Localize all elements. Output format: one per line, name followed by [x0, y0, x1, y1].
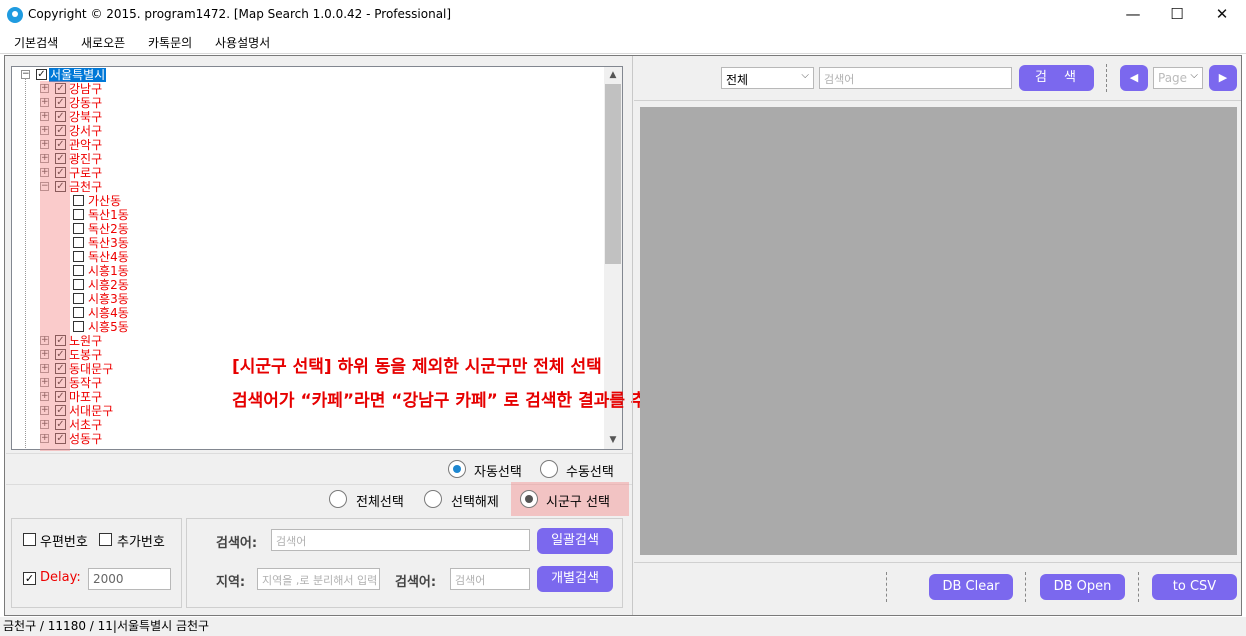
category-select[interactable]: 전체 ⌵ — [721, 67, 814, 89]
dong-label: 가산동 — [88, 194, 122, 208]
manual-select-label: 수동선택 — [566, 465, 614, 480]
extra-number-checkbox[interactable] — [99, 533, 112, 546]
dong-label: 독산4동 — [88, 250, 129, 264]
window-title: Copyright © 2015. program1472. [Map Sear… — [28, 7, 452, 21]
dong-checkbox[interactable] — [73, 265, 84, 276]
app-icon — [7, 7, 23, 23]
sigungu-select-label: 시군구 선택 — [546, 495, 610, 510]
tree-checkbox-highlight — [40, 81, 70, 451]
dong-label: 시흥4동 — [88, 306, 129, 320]
map-search-button[interactable]: 검 색 — [1019, 65, 1094, 91]
district-label: 구로구 — [69, 166, 103, 180]
select-all-label: 전체선택 — [356, 495, 404, 510]
district-label: 서대문구 — [69, 404, 114, 418]
menu-new-open[interactable]: 새로오픈 — [81, 34, 125, 51]
tree-root-label: 서울특별시 — [49, 68, 107, 82]
scroll-thumb[interactable] — [605, 84, 621, 264]
delay-checkbox[interactable]: ✓ — [23, 572, 36, 585]
extra-number-label: 추가번호 — [117, 535, 165, 550]
district-label: 도봉구 — [69, 348, 103, 362]
dong-checkbox[interactable] — [73, 251, 84, 262]
district-label: 금천구 — [69, 180, 103, 194]
district-label: 성동구 — [69, 432, 103, 446]
dong-label: 독산3동 — [88, 236, 129, 250]
deselect-radio[interactable] — [424, 490, 442, 508]
tree-root[interactable]: − ✓ 서울특별시 — [12, 68, 312, 82]
dong-label: 독산2동 — [88, 222, 129, 236]
close-button[interactable]: ✕ — [1199, 0, 1245, 30]
dong-checkbox[interactable] — [73, 321, 84, 332]
dong-checkbox[interactable] — [73, 209, 84, 220]
minimize-button[interactable]: — — [1110, 0, 1156, 30]
select-all-radio[interactable] — [329, 490, 347, 508]
category-value: 전체 — [726, 73, 749, 87]
dong-label: 시흥5동 — [88, 320, 129, 334]
maximize-button[interactable]: ☐ — [1154, 0, 1200, 30]
map-search-input[interactable]: 검색어 — [819, 67, 1012, 89]
district-label: 마포구 — [69, 390, 103, 404]
delay-label: Delay: — [40, 570, 81, 585]
to-csv-button[interactable]: to CSV — [1152, 574, 1237, 600]
sigungu-select-radio[interactable] — [520, 490, 538, 508]
dong-checkbox[interactable] — [73, 279, 84, 290]
next-page-button[interactable]: ▶ — [1209, 65, 1237, 91]
individual-search-button[interactable]: 개별검색 — [537, 566, 613, 592]
manual-select-radio[interactable] — [540, 460, 558, 478]
page-placeholder: Page — [1158, 71, 1188, 85]
dong-label: 독산1동 — [88, 208, 129, 222]
keyword2-label: 검색어: — [395, 575, 437, 590]
keyword-input[interactable]: 검색어 — [271, 529, 530, 551]
annotation-line-1: [시군구 선택] 하위 동을 제외한 시군구만 전체 선택 — [232, 357, 602, 377]
chevron-down-icon: ⌵ — [801, 70, 809, 81]
region-label: 지역: — [216, 575, 246, 590]
keyword-label: 검색어: — [216, 536, 258, 551]
tree-root-checkbox[interactable]: ✓ — [36, 69, 47, 80]
deselect-label: 선택해제 — [451, 495, 499, 510]
delay-input[interactable]: 2000 — [88, 568, 171, 590]
district-label: 서초구 — [69, 418, 103, 432]
dong-label: 시흥2동 — [88, 278, 129, 292]
dong-checkbox[interactable] — [73, 293, 84, 304]
dong-checkbox[interactable] — [73, 223, 84, 234]
district-label: 광진구 — [69, 152, 103, 166]
menu-bar: 기본검색 새로오픈 카톡문의 사용설명서 — [0, 30, 1246, 54]
menu-kakao-inquiry[interactable]: 카톡문의 — [148, 34, 192, 51]
scroll-up-arrow[interactable]: ▲ — [604, 67, 622, 83]
auto-select-label: 자동선택 — [474, 465, 522, 480]
region-input[interactable]: 지역을 ,로 분리해서 입력 — [257, 568, 380, 590]
menu-basic-search[interactable]: 기본검색 — [14, 34, 58, 51]
status-bar: 금천구 / 11180 / 11|서울특별시 금천구 — [0, 617, 1246, 636]
district-label: 강동구 — [69, 96, 103, 110]
db-open-button[interactable]: DB Open — [1040, 574, 1125, 600]
prev-page-button[interactable]: ◀ — [1120, 65, 1148, 91]
map-view[interactable] — [640, 107, 1237, 555]
keyword2-input[interactable]: 검색어 — [450, 568, 530, 590]
postal-label: 우편번호 — [40, 535, 88, 550]
dong-checkbox[interactable] — [73, 195, 84, 206]
page-select[interactable]: Page ⌵ — [1153, 67, 1203, 89]
bulk-search-button[interactable]: 일괄검색 — [537, 528, 613, 554]
district-label: 강서구 — [69, 124, 103, 138]
dong-checkbox[interactable] — [73, 237, 84, 248]
title-bar: Copyright © 2015. program1472. [Map Sear… — [0, 0, 1246, 30]
district-label: 강남구 — [69, 82, 103, 96]
scroll-down-arrow[interactable]: ▼ — [604, 432, 622, 448]
district-label: 노원구 — [69, 334, 103, 348]
district-label: 동대문구 — [69, 362, 114, 376]
district-label: 관악구 — [69, 138, 103, 152]
db-clear-button[interactable]: DB Clear — [929, 574, 1013, 600]
postal-checkbox[interactable] — [23, 533, 36, 546]
district-label: 강북구 — [69, 110, 103, 124]
district-label: 동작구 — [69, 376, 103, 390]
chevron-down-icon: ⌵ — [1190, 70, 1198, 81]
dong-checkbox[interactable] — [73, 307, 84, 318]
auto-select-radio[interactable] — [448, 460, 466, 478]
dong-label: 시흥1동 — [88, 264, 129, 278]
menu-manual[interactable]: 사용설명서 — [215, 34, 270, 51]
dong-label: 시흥3동 — [88, 292, 129, 306]
